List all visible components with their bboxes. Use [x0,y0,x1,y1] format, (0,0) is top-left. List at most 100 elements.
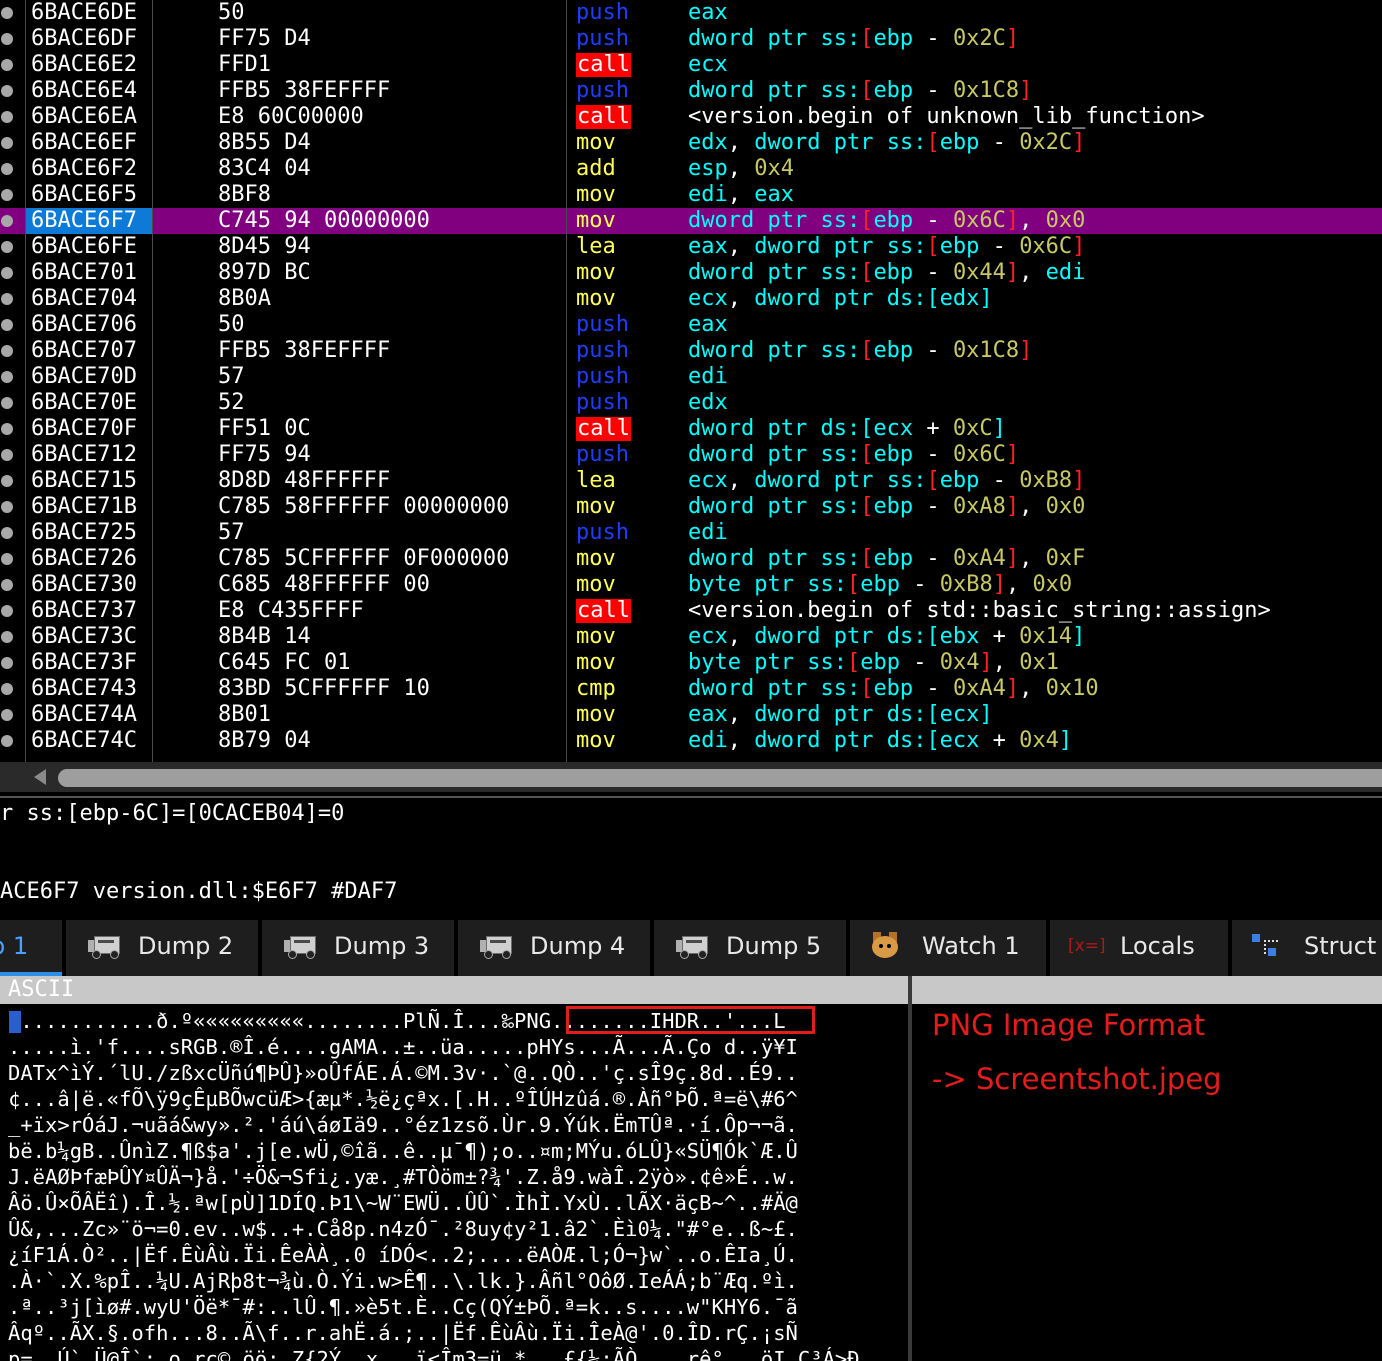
breakpoint-dot-icon[interactable] [1,449,13,461]
breakpoint-dot-icon[interactable] [1,735,13,747]
dump-line[interactable]: .ª..³j[ìø#.wyU'Öë*¯#:..lÛ.¶.»è5t.È..Cç(Q… [8,1294,798,1320]
disasm-row[interactable]: 6BACE704 8B0A mov ecx, dword ptr ds:[edx] [0,286,1382,312]
tab-struct[interactable]: Struct [1232,920,1382,976]
disasm-row[interactable]: 6BACE6DE 50 push eax [0,0,1382,26]
tab-dump-1[interactable]: p 1 [0,920,62,976]
breakpoint-dot-icon[interactable] [1,397,13,409]
tab-dump-2[interactable]: Dump 2 [66,920,258,976]
tab-locals[interactable]: [x=] Locals [1050,920,1228,976]
breakpoint-dot-icon[interactable] [1,709,13,721]
instruction-operands: dword ptr ss:[ebp - 0x1C8] [688,338,1032,364]
dump-line[interactable]: p=..Ú`.Ü@Î`:.o.rc©.öö:.Z{2Ý..x.¸.ï<Îm3=ü… [8,1346,860,1361]
disasm-row[interactable]: 6BACE6FE 8D45 94 lea eax, dword ptr ss:[ebp… [0,234,1382,260]
disasm-row[interactable]: 6BACE726 C785 5CFFFFFF 0F000000 mov dword p… [0,546,1382,572]
disasm-row[interactable]: 6BACE6E2 FFD1 call ecx [0,52,1382,78]
dump-line[interactable]: DATx^ìÝ.´lU./zßxcÜñú¶ÞÛ}»oÛfÁE.Á.©M.3v·.… [8,1060,798,1086]
breakpoint-dot-icon[interactable] [1,579,13,591]
breakpoint-dot-icon[interactable] [1,85,13,97]
instruction-operands: dword ptr ss:[ebp - 0x6C], 0x0 [688,208,1085,234]
instruction-operands: eax [688,0,728,26]
disasm-row[interactable]: 6BACE70E 52 push edx [0,390,1382,416]
disasm-row[interactable]: 6BACE730 C685 48FFFFFF 00 mov byte ptr ss:[… [0,572,1382,598]
disasm-row[interactable]: 6BACE6F5 8BF8 mov edi, eax [0,182,1382,208]
tab-watch-1[interactable]: Watch 1 [850,920,1046,976]
dump-line[interactable]: Âqº..ÃX.§.ofh...8..Ã\f..r.ahË.á.;..|Ëf.Ê… [8,1320,798,1346]
dump-column-header[interactable]: ASCII [0,976,908,1004]
disasm-row[interactable]: 6BACE6E4 FFB5 38FEFFFF push dword ptr ss:[e… [0,78,1382,104]
operand-token: edi [688,364,728,389]
instruction-address: 6BACE6E2 [31,52,137,77]
disasm-row[interactable]: 6BACE6EA E8 60C00000 call <version.begin of… [0,104,1382,130]
breakpoint-dot-icon[interactable] [1,345,13,357]
disasm-row[interactable]: 6BACE6DF FF75 D4 push dword ptr ss:[ebp - 0… [0,26,1382,52]
disasm-row[interactable]: 6BACE712 FF75 94 push dword ptr ss:[ebp - 0… [0,442,1382,468]
breakpoint-dot-icon[interactable] [1,111,13,123]
breakpoint-dot-icon[interactable] [1,163,13,175]
breakpoint-dot-icon[interactable] [1,293,13,305]
breakpoint-dot-icon[interactable] [1,189,13,201]
instruction-bytes: 8B0A [218,286,271,311]
breakpoint-dot-icon[interactable] [1,7,13,19]
breakpoint-dot-icon[interactable] [1,267,13,279]
disassembly-view[interactable]: 6BACE6DE 50 push eax 6BACE6DF FF75 D4 push dwor… [0,0,1382,762]
dump-line[interactable]: bë.b¼gB..ÛnìZ.¶ß$a'.j[e.wÜ,©îã..ê..µ¯¶);… [8,1138,798,1164]
disasm-row[interactable]: 6BACE73C 8B4B 14 mov ecx, dword ptr ds:[ebx… [0,624,1382,650]
ascii-dump-view[interactable]: ............ð.º«««««««««........PlÑ.Î...… [0,1008,908,1361]
breakpoint-dot-icon[interactable] [1,501,13,513]
disasm-row[interactable]: 6BACE706 50 push eax [0,312,1382,338]
disasm-row[interactable]: 6BACE6F2 83C4 04 add esp, 0x4 [0,156,1382,182]
disasm-row[interactable]: 6BACE6EF 8B55 D4 mov edx, dword ptr ss:[ebp… [0,130,1382,156]
breakpoint-dot-icon[interactable] [1,59,13,71]
operand-token: ebp [873,676,914,701]
breakpoint-dot-icon[interactable] [1,137,13,149]
scroll-thumb[interactable] [58,769,1382,787]
dump-line[interactable]: Û&,...Zc»¨ö¬=0.ev..w$..+.Cå8p.n4zÓ¯.²8uy… [8,1216,798,1242]
operand-token: - [913,208,953,233]
dump-line[interactable]: ¢...â|ë.«fÕ\ÿ9çÊµBÕwcüÆ>{æµ*.½ë¿çªx.[.H.… [8,1086,798,1112]
instruction-bytes: 8BF8 [218,182,271,207]
breakpoint-dot-icon[interactable] [1,241,13,253]
operand-token: - [979,468,1020,493]
breakpoint-dot-icon[interactable] [1,33,13,45]
breakpoint-dot-icon[interactable] [1,475,13,487]
tab-dump-4[interactable]: Dump 4 [458,920,650,976]
breakpoint-dot-icon[interactable] [1,527,13,539]
disasm-row[interactable]: 6BACE737 E8 C435FFFF call <version.begin of… [0,598,1382,624]
dump-line[interactable]: .....ì.'f....sRGB.®Î.é....gAMA..±..üa...… [8,1034,798,1060]
tab-dump-3[interactable]: Dump 3 [262,920,454,976]
disasm-row[interactable]: 6BACE71B C785 58FFFFFF 00000000 mov dword p… [0,494,1382,520]
breakpoint-dot-icon[interactable] [1,605,13,617]
operand-token: dword ptr ds: [754,728,927,753]
operand-token: ] [1005,208,1020,233]
dump-line[interactable]: .À·`.X.%pÎ..¼U.AjRþ8t¬¾ù.Ò.Ýi.w>Ê¶..\.lk… [8,1268,798,1294]
disasm-row[interactable]: 6BACE74C 8B79 04 mov edi, dword ptr ds:[ecx… [0,728,1382,754]
scroll-left-arrow-icon[interactable] [34,769,46,785]
breakpoint-dot-icon[interactable] [1,553,13,565]
disasm-row[interactable]: 6BACE70D 57 push edi [0,364,1382,390]
breakpoint-dot-icon[interactable] [1,657,13,669]
operand-token: edi [688,182,728,207]
dump-icon [284,934,316,959]
disasm-row[interactable]: 6BACE725 57 push edi [0,520,1382,546]
disasm-row[interactable]: 6BACE74A 8B01 mov eax, dword ptr ds:[ecx] [0,702,1382,728]
disasm-row[interactable]: 6BACE707 FFB5 38FEFFFF push dword ptr ss:[e… [0,338,1382,364]
dump-tab-bar: p 1 Dump 2 Dump 3 Dump 4 Dump 5 Watch 1 … [0,914,1382,976]
dump-line[interactable]: _+ïx>rÓáJ.¬uãá&wy».².'áú\áøIä9..°éz1zsõ.… [8,1112,798,1138]
breakpoint-dot-icon[interactable] [1,683,13,695]
horizontal-scrollbar[interactable] [0,762,1382,792]
tab-dump-5[interactable]: Dump 5 [654,920,846,976]
disasm-row[interactable]: 6BACE715 8D8D 48FFFFFF lea ecx, dword ptr s… [0,468,1382,494]
breakpoint-dot-icon[interactable] [1,631,13,643]
breakpoint-dot-icon[interactable] [1,423,13,435]
dump-line[interactable]: ¿íF1Á.Ò²..|Ëf.ÊùÂù.Ïi.ÊeÀÀ¸.0 íDÓ<..2;..… [8,1242,798,1268]
breakpoint-dot-icon[interactable] [1,215,13,227]
breakpoint-dot-icon[interactable] [1,319,13,331]
disasm-row[interactable]: 6BACE743 83BD 5CFFFFFF 10 cmp dword ptr ss:… [0,676,1382,702]
disasm-row[interactable]: 6BACE73F C645 FC 01 mov byte ptr ss:[ebp - … [0,650,1382,676]
disasm-row-selected[interactable]: 6BACE6F7 C745 94 00000000 mov dword ptr ss:… [0,208,1382,234]
dump-line[interactable]: Âö.Û×ÕÂËî).Î.½.ªw[pÙ]1DÍQ.Þ1\~W¨EWÜ..ÛÛ`… [8,1190,798,1216]
disasm-row[interactable]: 6BACE70F FF51 0C call dword ptr ds:[ecx + 0… [0,416,1382,442]
dump-line[interactable]: J.ëAØÞfæÞÛY¤ÛÄ¬}å.'÷Ö&¬Sfi¿.yæ.¸#TÒöm±?¾… [8,1164,798,1190]
breakpoint-dot-icon[interactable] [1,371,13,383]
disasm-row[interactable]: 6BACE701 897D BC mov dword ptr ss:[ebp - 0x… [0,260,1382,286]
